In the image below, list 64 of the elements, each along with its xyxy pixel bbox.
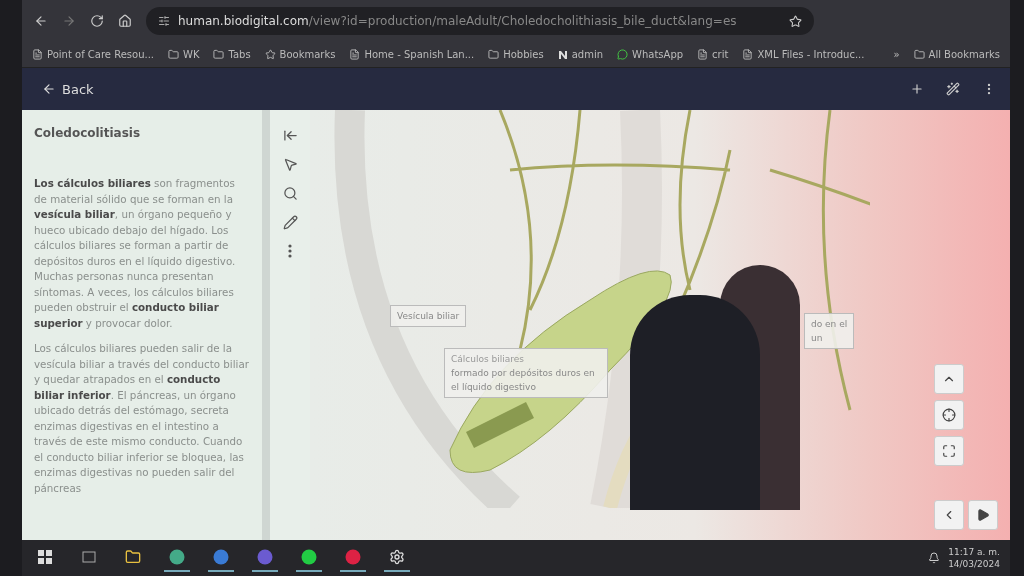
pointer-tool-button[interactable]	[282, 157, 298, 172]
fullscreen-button[interactable]	[934, 436, 964, 466]
bookmark-link[interactable]: WhatsApp	[617, 49, 684, 60]
search-icon	[282, 186, 298, 201]
panel-title: Coledocolitiasis	[34, 126, 142, 140]
fullscreen-icon	[942, 444, 956, 458]
home-icon[interactable]	[118, 14, 132, 28]
label-text: formado por depósitos duros en el líquido digestivo	[451, 367, 596, 394]
play-button[interactable]	[968, 500, 998, 530]
bookmark-link[interactable]: Home - Spanish Lan...	[349, 49, 475, 60]
task-view-icon	[82, 551, 96, 563]
folder-icon	[488, 49, 500, 60]
folder-icon	[213, 49, 225, 60]
crosshair-icon	[942, 408, 956, 422]
folder-icon	[125, 549, 141, 565]
page-icon	[32, 49, 43, 60]
chat-bubble-icon	[617, 49, 629, 60]
bookmark-link[interactable]: WK	[168, 49, 200, 60]
url-host: human.biodigital.com	[178, 14, 309, 28]
bookmark-link[interactable]: admin	[557, 49, 604, 60]
folder-icon	[168, 49, 179, 60]
bookmark-link[interactable]: crit	[697, 49, 729, 60]
panel-paragraph: Los cálculos biliares son fragmentos de material sólido que se forman en la vesícula biliar, un órgano pequeño y hueco ubicado debajo del hígado. Los cálculos biliares se forman a partir de depósitos duros en el líquido digestivo. Muchas personas nunca presentan síntomas. A veces, los cálculos biliares pueden obstruir el conducto biliar superior y provocar dolor.	[34, 176, 237, 331]
n-logo-icon	[557, 49, 568, 60]
label-title: Vesícula biliar	[397, 310, 460, 323]
label-title: Cálculos biliares	[451, 353, 525, 366]
bookmark-link[interactable]: Tabs	[213, 49, 251, 60]
search-button[interactable]	[282, 186, 298, 201]
play-icon	[976, 508, 990, 522]
page-icon	[742, 49, 754, 60]
label-text: un	[811, 332, 824, 345]
url-path: /view?id=production/maleAdult/Choledocholithiasis_bile_duct&lang=es	[308, 14, 737, 28]
notification-tray-icon[interactable]	[928, 552, 941, 564]
star-icon	[264, 49, 276, 60]
bookmark-link[interactable]: Point of Care Resou...	[32, 49, 154, 60]
pencil-icon	[282, 215, 298, 230]
collapse-panel-button[interactable]	[282, 128, 298, 143]
arrow-to-line-icon	[282, 128, 298, 143]
label-title: do en el	[811, 318, 848, 331]
settings-icon	[389, 549, 405, 565]
bookmark-link[interactable]: Bookmarks	[264, 49, 336, 60]
pen-tool-button[interactable]	[282, 215, 298, 230]
bookmark-link[interactable]: All Bookmarks	[913, 49, 1000, 60]
bookmark-link[interactable]: Hobbies	[488, 49, 544, 60]
clock[interactable]: 11:17 a. m. 14/03/2024	[948, 546, 1000, 570]
panel-paragraph: Los cálculos biliares pueden salir de la vesícula biliar a través del conducto biliar y quedar atrapados en el conducto biliar inferior. El páncreas, un órgano ubicado detrás del estómago, secreta enzimas digestivas en el intestino a través de este mismo conducto. Cuando el conducto biliar inferior se bloquea, las enzimas digestivas no pueden salir del páncreas	[34, 341, 250, 496]
more-bookmarks-chevron[interactable]: »	[893, 49, 900, 60]
more-button[interactable]	[288, 244, 292, 258]
forward-arrow-icon[interactable]	[62, 14, 76, 28]
address-bar[interactable]: human.biodigital.com/view?id=production/maleAdult/Choledocholithiasis_bile_duct&lang=es	[146, 7, 814, 35]
add-icon[interactable]	[910, 82, 924, 96]
bookmark-link[interactable]: XML Files - Introduc...	[742, 49, 865, 60]
back-button[interactable]: Back	[36, 80, 100, 98]
page-icon	[697, 49, 709, 60]
page-icon	[349, 49, 361, 60]
wand-icon[interactable]	[946, 82, 960, 96]
pointer-icon	[282, 157, 298, 172]
bookmark-star-icon[interactable]	[789, 14, 802, 28]
folder-icon	[913, 49, 925, 60]
site-settings-icon[interactable]	[158, 15, 170, 27]
more-icon	[288, 244, 292, 258]
reload-icon[interactable]	[90, 14, 104, 28]
locate-button[interactable]	[934, 400, 964, 430]
windows-logo-icon	[38, 550, 52, 564]
